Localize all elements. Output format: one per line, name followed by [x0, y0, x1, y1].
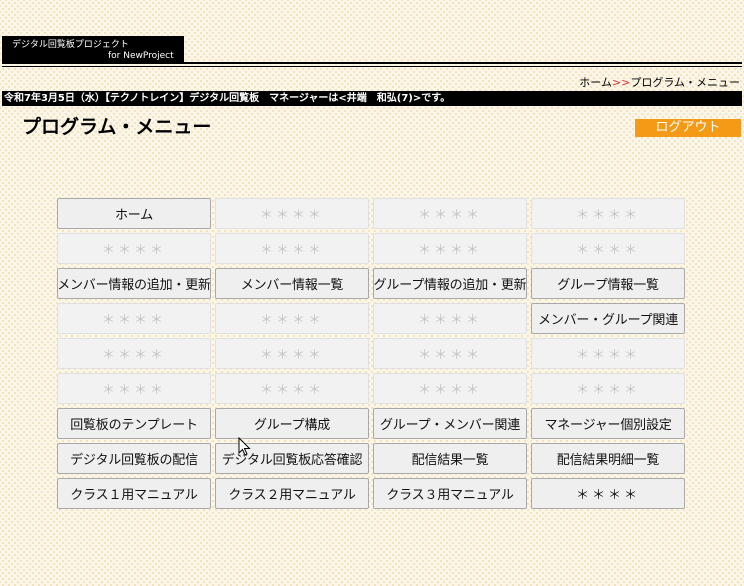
menu-button-disabled: ＊＊＊＊: [57, 338, 211, 369]
breadcrumb: ホーム>>プログラム・メニュー: [579, 74, 740, 90]
menu-button[interactable]: ホーム: [57, 198, 211, 229]
menu-button-disabled: ＊＊＊＊: [531, 338, 685, 369]
menu-button-disabled: ＊＊＊＊: [373, 373, 527, 404]
menu-button[interactable]: クラス３用マニュアル: [373, 478, 527, 509]
app-logo: デジタル回覧板プロジェクト for NewProject: [2, 36, 184, 63]
menu-button[interactable]: クラス１用マニュアル: [57, 478, 211, 509]
menu-button-disabled: ＊＊＊＊: [57, 303, 211, 334]
header-rule: [2, 62, 742, 64]
menu-button[interactable]: グループ情報の追加・更新: [373, 268, 527, 299]
menu-button[interactable]: メンバー情報の追加・更新: [57, 268, 211, 299]
menu-button-disabled: ＊＊＊＊: [531, 373, 685, 404]
menu-button-disabled: ＊＊＊＊: [531, 198, 685, 229]
info-bar: 令和7年3月5日（水）【テクノトレイン】デジタル回覧板 マネージャーは<井端 和…: [2, 91, 742, 106]
menu-button[interactable]: マネージャー個別設定: [531, 408, 685, 439]
menu-button[interactable]: 配信結果明細一覧: [531, 443, 685, 474]
menu-button-disabled: ＊＊＊＊: [373, 198, 527, 229]
menu-button[interactable]: クラス２用マニュアル: [215, 478, 369, 509]
breadcrumb-current: プログラム・メニュー: [630, 76, 740, 89]
logout-button[interactable]: ログアウト: [635, 119, 741, 137]
menu-button-disabled: ＊＊＊＊: [215, 373, 369, 404]
menu-button-disabled: ＊＊＊＊: [215, 233, 369, 264]
mouse-pointer-icon: [238, 437, 251, 456]
logo-subtitle: for NewProject: [108, 51, 174, 61]
menu-button-disabled: ＊＊＊＊: [373, 303, 527, 334]
header-rule-thin: [2, 66, 742, 67]
menu-button[interactable]: グループ構成: [215, 408, 369, 439]
menu-button-disabled: ＊＊＊＊: [215, 198, 369, 229]
menu-button-disabled: ＊＊＊＊: [57, 233, 211, 264]
menu-button-disabled: ＊＊＊＊: [57, 373, 211, 404]
menu-button[interactable]: 回覧板のテンプレート: [57, 408, 211, 439]
menu-button[interactable]: 配信結果一覧: [373, 443, 527, 474]
menu-button-disabled: ＊＊＊＊: [373, 338, 527, 369]
menu-button[interactable]: グループ・メンバー関連: [373, 408, 527, 439]
breadcrumb-separator: >>: [611, 76, 631, 89]
menu-button[interactable]: ＊＊＊＊: [531, 478, 685, 509]
menu-button-disabled: ＊＊＊＊: [215, 338, 369, 369]
program-menu-grid: ホーム ＊＊＊＊ ＊＊＊＊ ＊＊＊＊ ＊＊＊＊ ＊＊＊＊ ＊＊＊＊ ＊＊＊＊ メンバー情報の追加…: [57, 198, 686, 509]
breadcrumb-home-link[interactable]: ホーム: [579, 76, 612, 89]
menu-button-disabled: ＊＊＊＊: [215, 303, 369, 334]
menu-button[interactable]: グループ情報一覧: [531, 268, 685, 299]
page-title: プログラム・メニュー: [22, 116, 212, 138]
menu-button[interactable]: メンバー情報一覧: [215, 268, 369, 299]
menu-button[interactable]: デジタル回覧板の配信: [57, 443, 211, 474]
menu-button-disabled: ＊＊＊＊: [373, 233, 527, 264]
menu-button[interactable]: メンバー・グループ関連: [531, 303, 685, 334]
menu-button-disabled: ＊＊＊＊: [531, 233, 685, 264]
